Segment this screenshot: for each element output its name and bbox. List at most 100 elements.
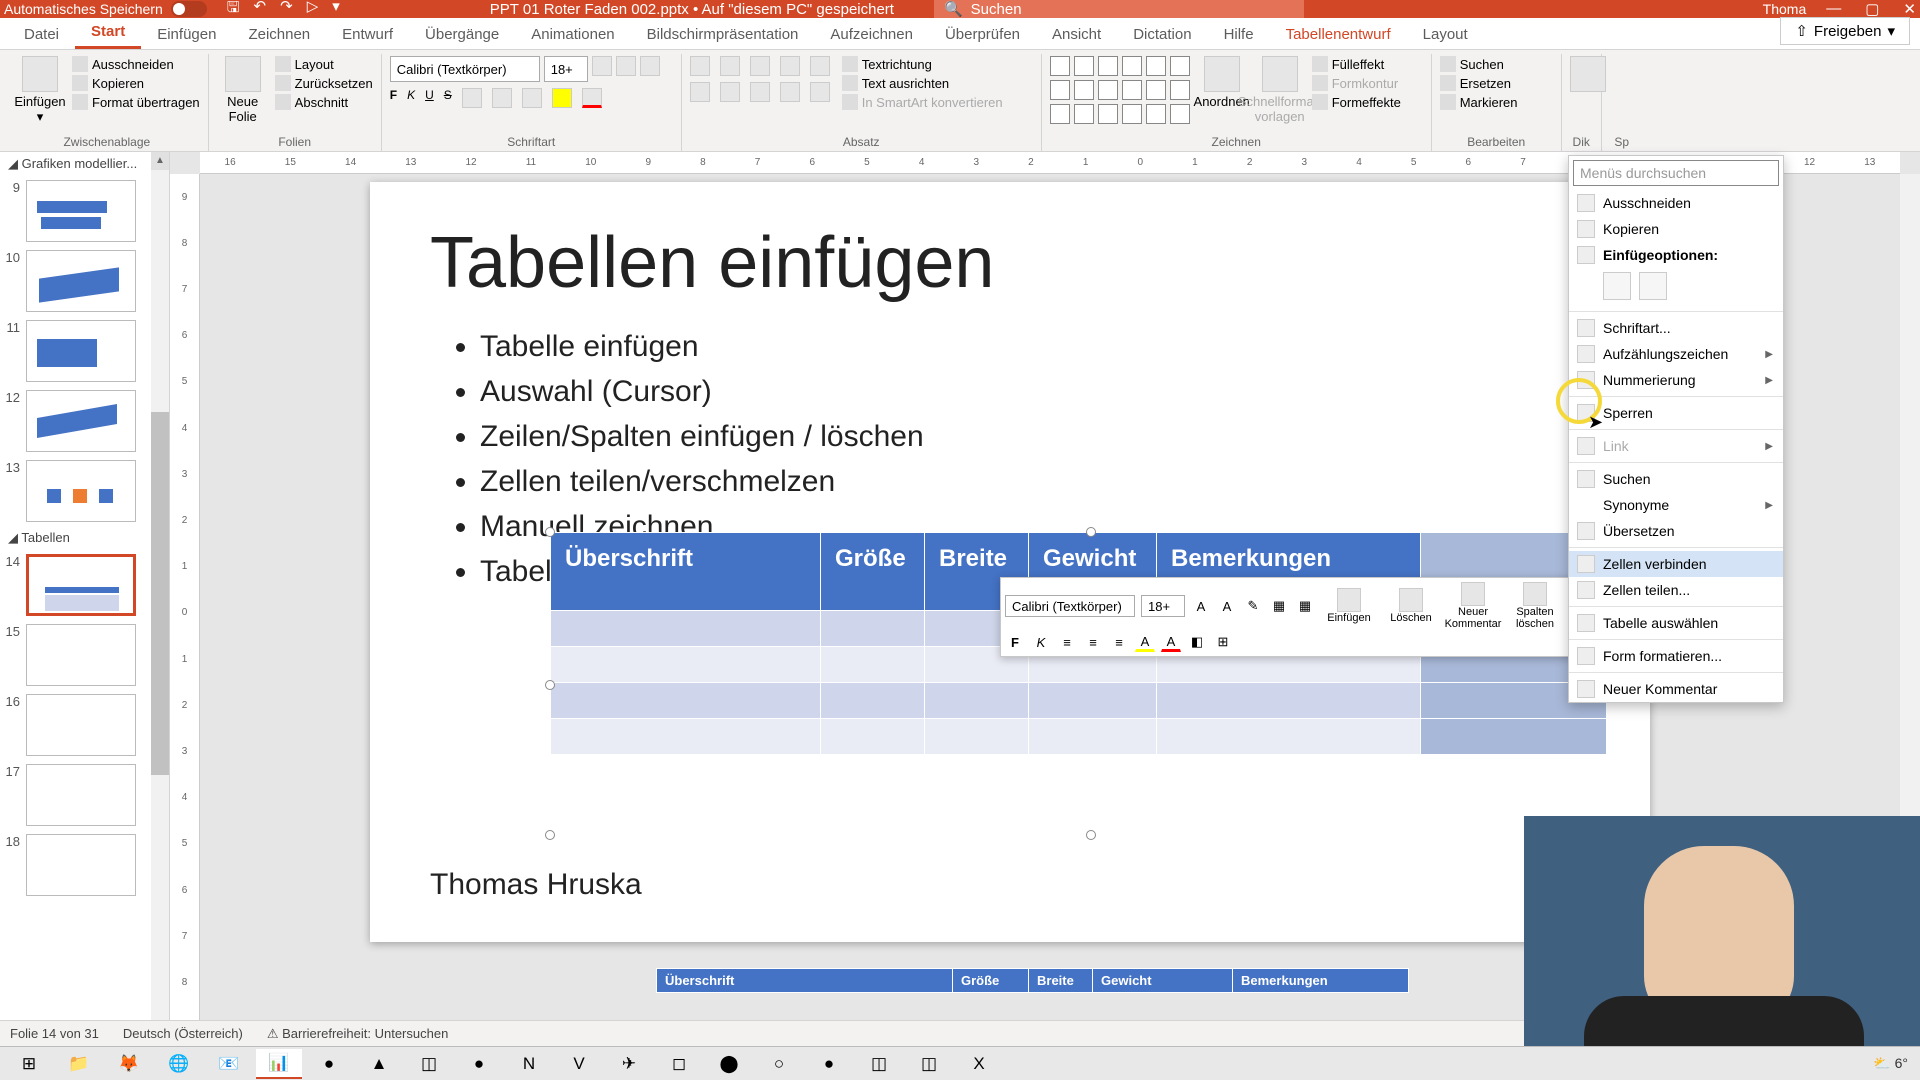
ctx-format-shape[interactable]: Form formatieren... <box>1569 643 1783 669</box>
shapes-gallery[interactable] <box>1050 56 1190 124</box>
mini-font-color[interactable]: A <box>1161 632 1181 652</box>
selection-handle[interactable] <box>545 527 555 537</box>
app-icon-5[interactable]: ○ <box>756 1049 802 1079</box>
mini-size-combo[interactable]: 18+ <box>1141 595 1185 617</box>
tab-entwurf[interactable]: Entwurf <box>326 20 409 49</box>
chrome-icon[interactable]: 🌐 <box>156 1049 202 1079</box>
slide-thumb-18[interactable] <box>26 834 136 896</box>
spacing-button[interactable] <box>492 88 512 108</box>
powerpoint-icon[interactable]: 📊 <box>256 1049 302 1079</box>
slide-thumb-16[interactable] <box>26 694 136 756</box>
qat-more-icon[interactable]: ▾ <box>332 0 340 22</box>
close-button[interactable]: ✕ <box>1903 0 1916 18</box>
paste-merge[interactable] <box>1639 272 1667 300</box>
search-box[interactable]: 🔍 Suchen <box>934 0 1304 18</box>
slide-thumb-15[interactable] <box>26 624 136 686</box>
paste-button[interactable]: Einfügen▾ <box>14 56 66 125</box>
dictate-button[interactable] <box>1570 56 1606 94</box>
outlook-icon[interactable]: 📧 <box>206 1049 252 1079</box>
shrink-font-icon[interactable] <box>616 56 636 76</box>
mini-fill[interactable]: ◧ <box>1187 632 1207 652</box>
smartart-button[interactable]: In SmartArt konvertieren <box>842 94 1003 110</box>
justify-button[interactable] <box>780 82 800 102</box>
share-button[interactable]: ⇧Freigeben▾ <box>1780 17 1910 45</box>
ctx-merge-cells[interactable]: Zellen verbinden <box>1569 551 1783 577</box>
mini-delete-cols-button[interactable]: Spalten löschen <box>1507 582 1563 630</box>
tab-dictation[interactable]: Dictation <box>1117 20 1207 49</box>
maximize-button[interactable]: ▢ <box>1865 0 1879 18</box>
slide-thumb-9[interactable] <box>26 180 136 242</box>
ctx-new-comment[interactable]: Neuer Kommentar <box>1569 676 1783 702</box>
ctx-copy[interactable]: Kopieren <box>1569 216 1783 242</box>
app-icon-2[interactable]: ◫ <box>406 1049 452 1079</box>
redo-icon[interactable]: ↷ <box>280 0 293 22</box>
firefox-icon[interactable]: 🦊 <box>106 1049 152 1079</box>
ctx-translate[interactable]: Übersetzen <box>1569 518 1783 544</box>
scroll-up-icon[interactable]: ▲ <box>151 152 169 170</box>
align-text-button[interactable]: Text ausrichten <box>842 75 1003 91</box>
explorer-icon[interactable]: 📁 <box>56 1049 102 1079</box>
tab-start[interactable]: Start <box>75 17 141 49</box>
tab-einfuegen[interactable]: Einfügen <box>141 20 232 49</box>
ctx-search-input[interactable]: Menüs durchsuchen <box>1573 160 1779 186</box>
selection-handle[interactable] <box>1086 527 1096 537</box>
tab-hilfe[interactable]: Hilfe <box>1208 20 1270 49</box>
autosave-toggle[interactable] <box>171 1 207 17</box>
slideshow-icon[interactable]: ▷ <box>307 0 319 22</box>
effects-button[interactable]: Formeffekte <box>1312 94 1401 110</box>
start-button[interactable]: ⊞ <box>6 1049 52 1079</box>
user-name[interactable]: Thoma <box>1763 1 1807 17</box>
save-icon[interactable]: 🖫 <box>227 0 240 22</box>
current-slide[interactable]: Tabellen einfügen Tabelle einfügen Auswa… <box>370 182 1650 942</box>
section-header[interactable]: ◢ Grafiken modellier... <box>0 152 169 176</box>
accessibility-indicator[interactable]: ⚠ Barrierefreiheit: Untersuchen <box>267 1026 448 1042</box>
tab-zeichnen[interactable]: Zeichnen <box>232 20 326 49</box>
fill-button[interactable]: Fülleffekt <box>1312 56 1401 72</box>
selection-handle[interactable] <box>545 830 555 840</box>
ctx-split-cells[interactable]: Zellen teilen... <box>1569 577 1783 603</box>
vlc-icon[interactable]: ▲ <box>356 1049 402 1079</box>
slide-thumb-12[interactable] <box>26 390 136 452</box>
app-icon-6[interactable]: ● <box>806 1049 852 1079</box>
mini-align-left[interactable]: ≡ <box>1057 632 1077 652</box>
underline-button[interactable]: U <box>425 88 434 108</box>
ctx-bullets[interactable]: Aufzählungszeichen▶ <box>1569 341 1783 367</box>
slide-thumb-13[interactable] <box>26 460 136 522</box>
tab-aufzeichnen[interactable]: Aufzeichnen <box>814 20 929 49</box>
slide-thumb-17[interactable] <box>26 764 136 826</box>
format-painter-button[interactable]: Format übertragen <box>72 94 200 110</box>
outline-button[interactable]: Formkontur <box>1312 75 1401 91</box>
mini-align-right[interactable]: ≡ <box>1109 632 1129 652</box>
ctx-select-table[interactable]: Tabelle auswählen <box>1569 610 1783 636</box>
mini-font-combo[interactable]: Calibri (Textkörper) <box>1005 595 1135 617</box>
align-right-button[interactable] <box>750 82 770 102</box>
slide-title[interactable]: Tabellen einfügen <box>370 182 1650 324</box>
app-icon-7[interactable]: ◫ <box>856 1049 902 1079</box>
italic-button[interactable]: K <box>407 88 415 108</box>
mini-italic[interactable]: K <box>1031 632 1051 652</box>
mini-borders[interactable]: ⊞ <box>1213 632 1233 652</box>
slide-thumb-10[interactable] <box>26 250 136 312</box>
align-center-button[interactable] <box>720 82 740 102</box>
mini-align-center[interactable]: ≡ <box>1083 632 1103 652</box>
ctx-numbering[interactable]: Nummerierung▶ <box>1569 367 1783 393</box>
line-spacing-button[interactable] <box>810 56 830 76</box>
new-slide-button[interactable]: Neue Folie <box>217 56 269 124</box>
clear-format-icon[interactable] <box>640 56 660 76</box>
minimize-button[interactable]: — <box>1826 0 1841 18</box>
ctx-lock[interactable]: Sperren <box>1569 400 1783 426</box>
paste-keep-source[interactable] <box>1603 272 1631 300</box>
mini-shrink-font[interactable]: A <box>1217 596 1237 616</box>
app-icon-8[interactable]: ◫ <box>906 1049 952 1079</box>
highlight-button[interactable] <box>552 88 572 108</box>
strikethrough-button[interactable]: S <box>444 88 452 108</box>
slide-thumb-14[interactable] <box>26 554 136 616</box>
app-icon[interactable]: ● <box>306 1049 352 1079</box>
mini-grow-font[interactable]: A <box>1191 596 1211 616</box>
tab-uebergaenge[interactable]: Übergänge <box>409 20 515 49</box>
undo-icon[interactable]: ↶ <box>254 0 267 22</box>
mini-highlight[interactable]: A <box>1135 632 1155 652</box>
tab-layout[interactable]: Layout <box>1407 20 1484 49</box>
excel-icon[interactable]: X <box>956 1049 1002 1079</box>
bold-button[interactable]: F <box>390 88 397 108</box>
